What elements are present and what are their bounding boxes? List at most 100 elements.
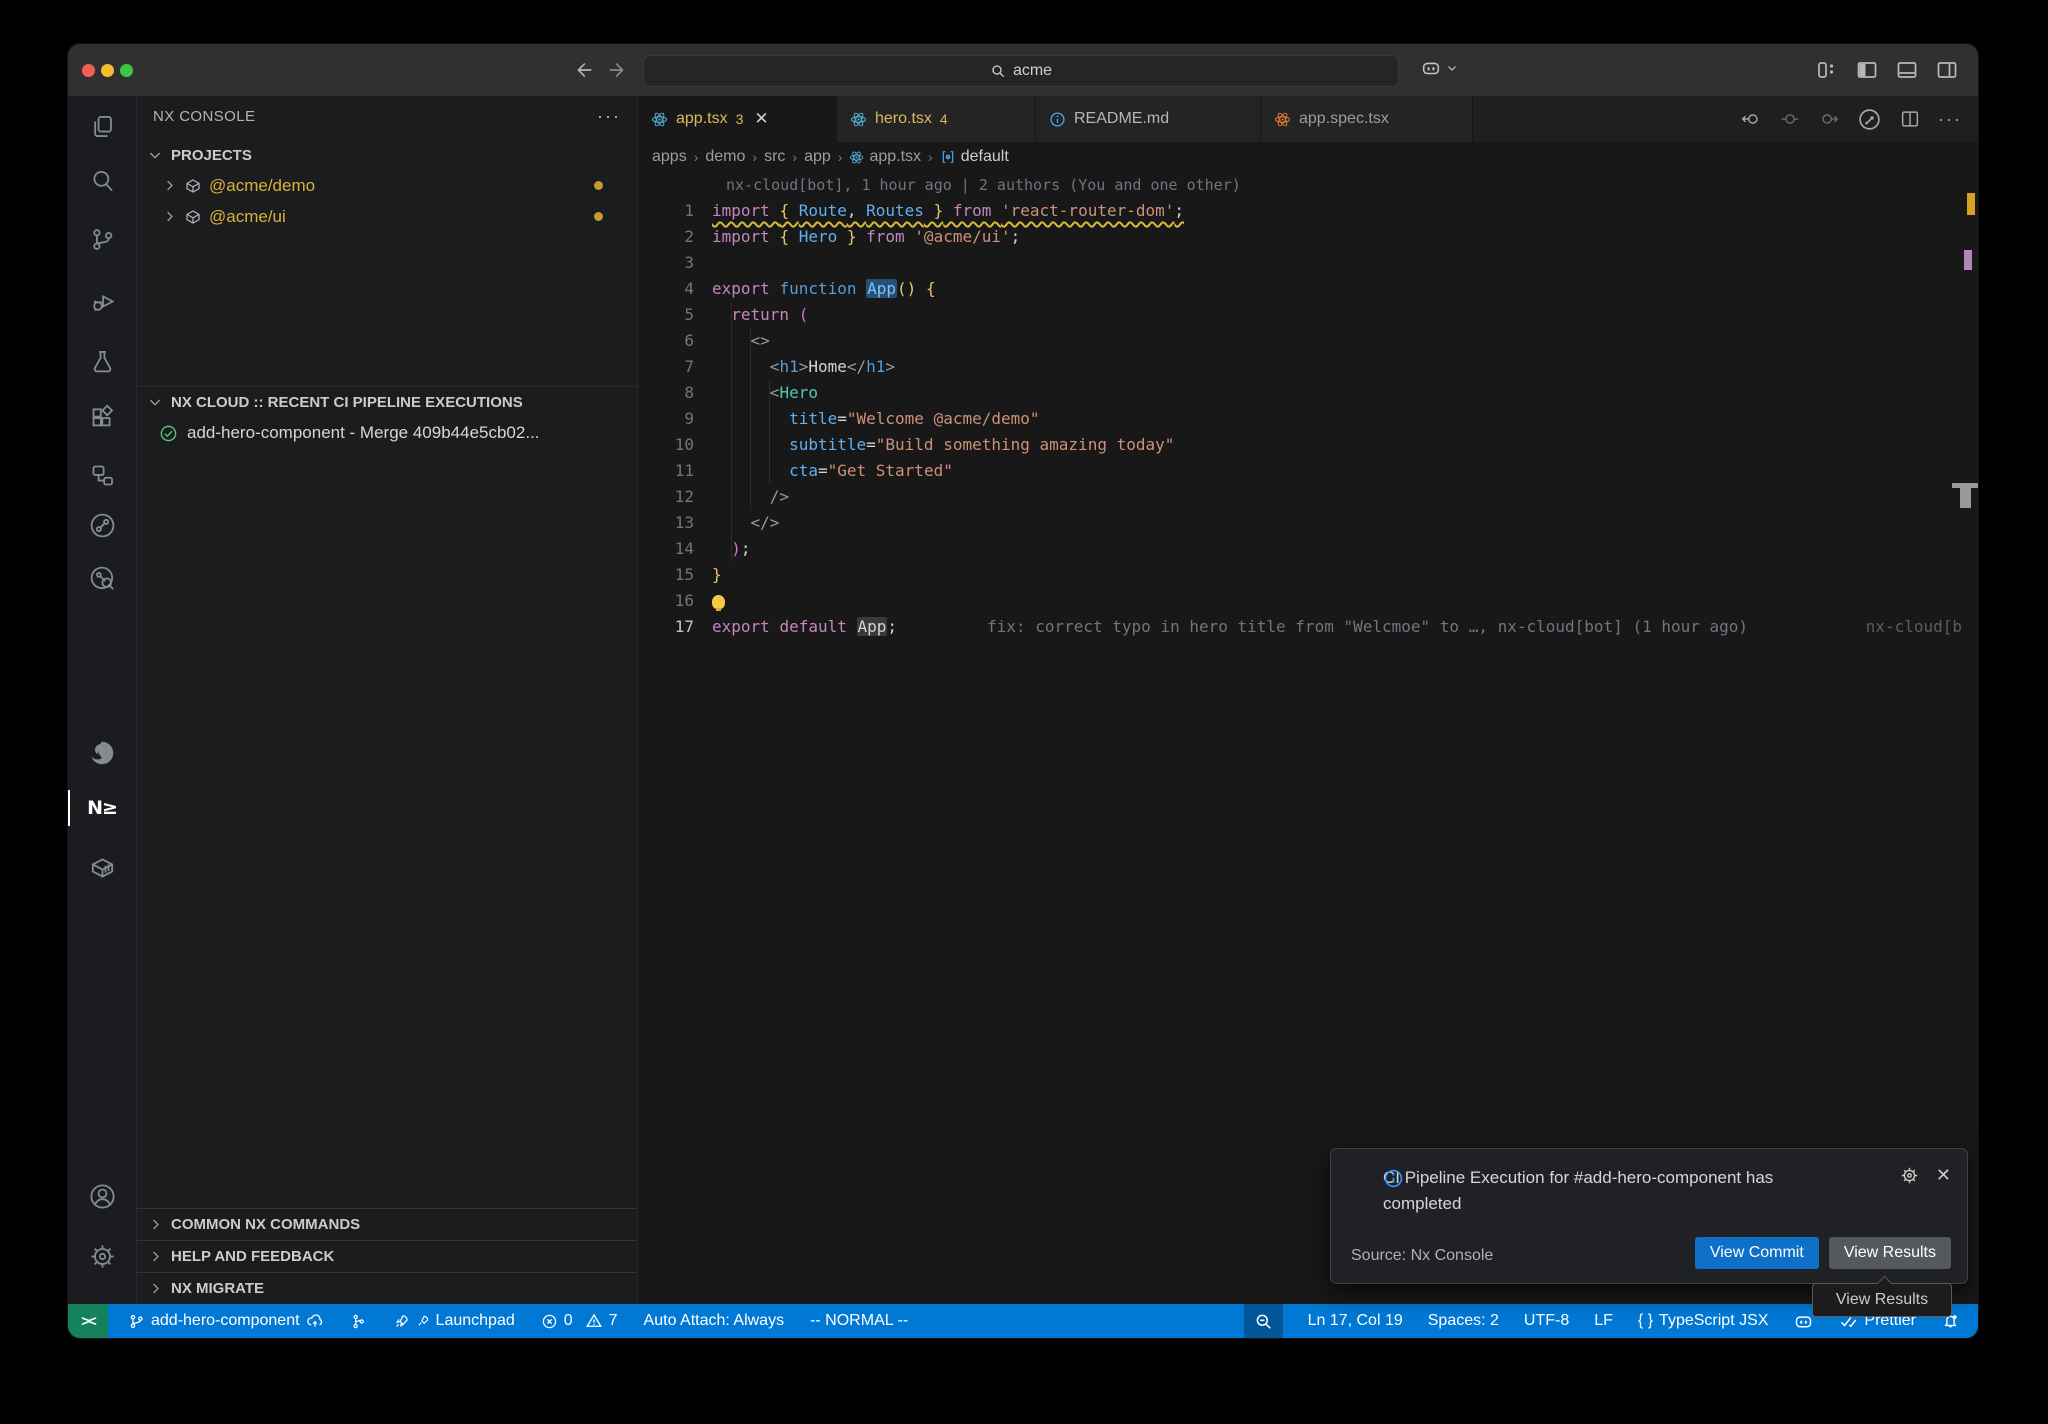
project-item-acme-ui[interactable]: @acme/ui [137,201,637,232]
code-line[interactable]: 10 subtitle="Build something amazing tod… [638,432,1978,458]
code-line[interactable]: 12 /> [638,484,1978,510]
code-line[interactable]: 4export function App() { [638,276,1978,302]
search-icon[interactable] [68,156,136,204]
nav-current-icon[interactable] [1779,108,1801,130]
code-line[interactable]: 2import { Hero } from '@acme/ui'; [638,224,1978,250]
eol-item[interactable]: LF [1594,1312,1613,1330]
breadcrumb-item[interactable]: app.tsx [869,148,921,166]
vim-mode-item[interactable]: -- NORMAL -- [810,1312,908,1330]
code-line[interactable]: 1import { Route, Routes } from 'react-ro… [638,198,1978,224]
close-icon[interactable]: ✕ [754,109,768,129]
git-branch-item[interactable]: add-hero-component [128,1312,324,1330]
split-editor-icon[interactable] [1899,108,1921,130]
project-structure-icon[interactable] [68,451,136,499]
project-item-acme-demo[interactable]: @acme/demo [137,170,637,201]
common-nx-commands-section[interactable]: COMMON NX COMMANDS [137,1208,637,1240]
launchpad-item[interactable]: Launchpad [393,1312,515,1330]
editor-pane: app.tsx 3 ✕ hero.tsx 4 README.md [638,96,1978,1304]
code-line[interactable]: 5 return ( [638,302,1978,328]
code-line[interactable]: 17export default App;fix: correct typo i… [638,614,1978,640]
view-commit-button[interactable]: View Commit [1695,1237,1819,1269]
chevron-right-icon [161,178,177,194]
history-back-icon[interactable] [570,57,596,83]
code-line[interactable]: 6 <> [638,328,1978,354]
line-number: 4 [638,276,712,302]
tab-hero-tsx[interactable]: hero.tsx 4 [837,96,1036,142]
package-icon [184,177,202,195]
language-mode-item[interactable]: { } TypeScript JSX [1638,1312,1769,1330]
run-debug-icon[interactable] [68,277,136,325]
code-line[interactable]: 9 title="Welcome @acme/demo" [638,406,1978,432]
settings-gear-icon[interactable] [68,1232,136,1280]
auto-attach-item[interactable]: Auto Attach: Always [644,1312,785,1330]
edge-browser-icon[interactable] [68,729,136,777]
testing-icon[interactable] [68,337,136,385]
code-line[interactable]: 8 <Hero [638,380,1978,406]
tab-readme-md[interactable]: README.md [1036,96,1261,142]
nx-migrate-section[interactable]: NX MIGRATE [137,1272,637,1304]
cursor-position-item[interactable]: Ln 17, Col 19 [1308,1312,1403,1330]
git-graph-item[interactable] [350,1313,367,1330]
view-results-button[interactable]: View Results [1829,1237,1951,1269]
help-and-feedback-section[interactable]: HELP AND FEEDBACK [137,1240,637,1272]
line-number: 10 [638,432,712,458]
copilot-menu[interactable] [1420,57,1458,79]
problems-item[interactable]: 0 7 [541,1312,618,1330]
tab-problems-badge: 4 [940,111,948,127]
sidebar-more-actions-icon[interactable]: ··· [597,106,621,127]
code-line[interactable]: 7 <h1>Home</h1> [638,354,1978,380]
notification-close-icon[interactable]: ✕ [1936,1165,1951,1186]
nav-previous-icon[interactable] [1740,108,1762,130]
customize-layout-icon[interactable] [1814,57,1840,83]
code-line[interactable]: 16 [638,588,1978,614]
nx-graph-circle-icon[interactable] [1857,107,1882,132]
account-icon[interactable] [68,1172,136,1220]
toggle-primary-sidebar-icon[interactable] [1854,57,1880,83]
code-line[interactable]: 15} [638,562,1978,588]
tab-app-tsx[interactable]: app.tsx 3 ✕ [638,96,837,142]
breadcrumb-item[interactable]: apps [652,148,687,166]
nx-graph-icon[interactable] [68,501,136,549]
notification-settings-gear-icon[interactable] [1899,1165,1920,1186]
remote-indicator[interactable]: >< [68,1304,108,1338]
nav-next-icon[interactable] [1818,108,1840,130]
code-line[interactable]: 3 [638,250,1978,276]
nx-cloud-section-header[interactable]: NX CLOUD :: RECENT CI PIPELINE EXECUTION… [137,387,637,417]
modified-dot [594,181,603,190]
pipeline-execution-item[interactable]: add-hero-component - Merge 409b44e5cb02.… [137,417,637,449]
activity-bar: N≥ [68,96,136,1304]
toggle-secondary-sidebar-icon[interactable] [1934,57,1960,83]
encoding-item[interactable]: UTF-8 [1524,1312,1569,1330]
nx-project-details-icon[interactable] [68,554,136,602]
minimize-window-button[interactable] [101,64,114,77]
code-line[interactable]: 14 ); [638,536,1978,562]
history-forward-icon[interactable] [605,57,631,83]
breadcrumb-item[interactable]: demo [705,148,745,166]
command-center-search[interactable]: acme [643,55,1399,87]
notification-source: Source: Nx Console [1351,1247,1493,1265]
containers-icon[interactable] [68,843,136,891]
breadcrumb-item[interactable]: default [961,148,1009,166]
code-line[interactable]: 13 </> [638,510,1978,536]
tab-app-spec-tsx[interactable]: app.spec.tsx [1261,96,1473,142]
react-test-file-icon [1274,111,1291,128]
breadcrumb-item[interactable]: app [804,148,831,166]
extensions-icon[interactable] [68,393,136,441]
close-window-button[interactable] [82,64,95,77]
git-branch-icon [128,1313,145,1330]
toggle-panel-icon[interactable] [1894,57,1920,83]
zoom-indicator[interactable] [1244,1304,1283,1338]
explorer-icon[interactable] [68,102,136,150]
line-number: 3 [638,250,712,276]
code-line[interactable]: 11 cta="Get Started" [638,458,1978,484]
source-control-icon[interactable] [68,215,136,263]
breadcrumb-item[interactable]: src [764,148,785,166]
indentation-item[interactable]: Spaces: 2 [1428,1312,1499,1330]
nx-console-icon[interactable]: N≥ [68,784,136,832]
copilot-icon [1420,57,1442,79]
maximize-window-button[interactable] [120,64,133,77]
more-actions-icon[interactable]: ··· [1938,109,1962,130]
lightbulb-icon[interactable] [712,595,725,609]
projects-section-header[interactable]: PROJECTS [137,140,637,170]
code-editor[interactable]: nx-cloud[bot], 1 hour ago | 2 authors (Y… [638,172,1978,1304]
